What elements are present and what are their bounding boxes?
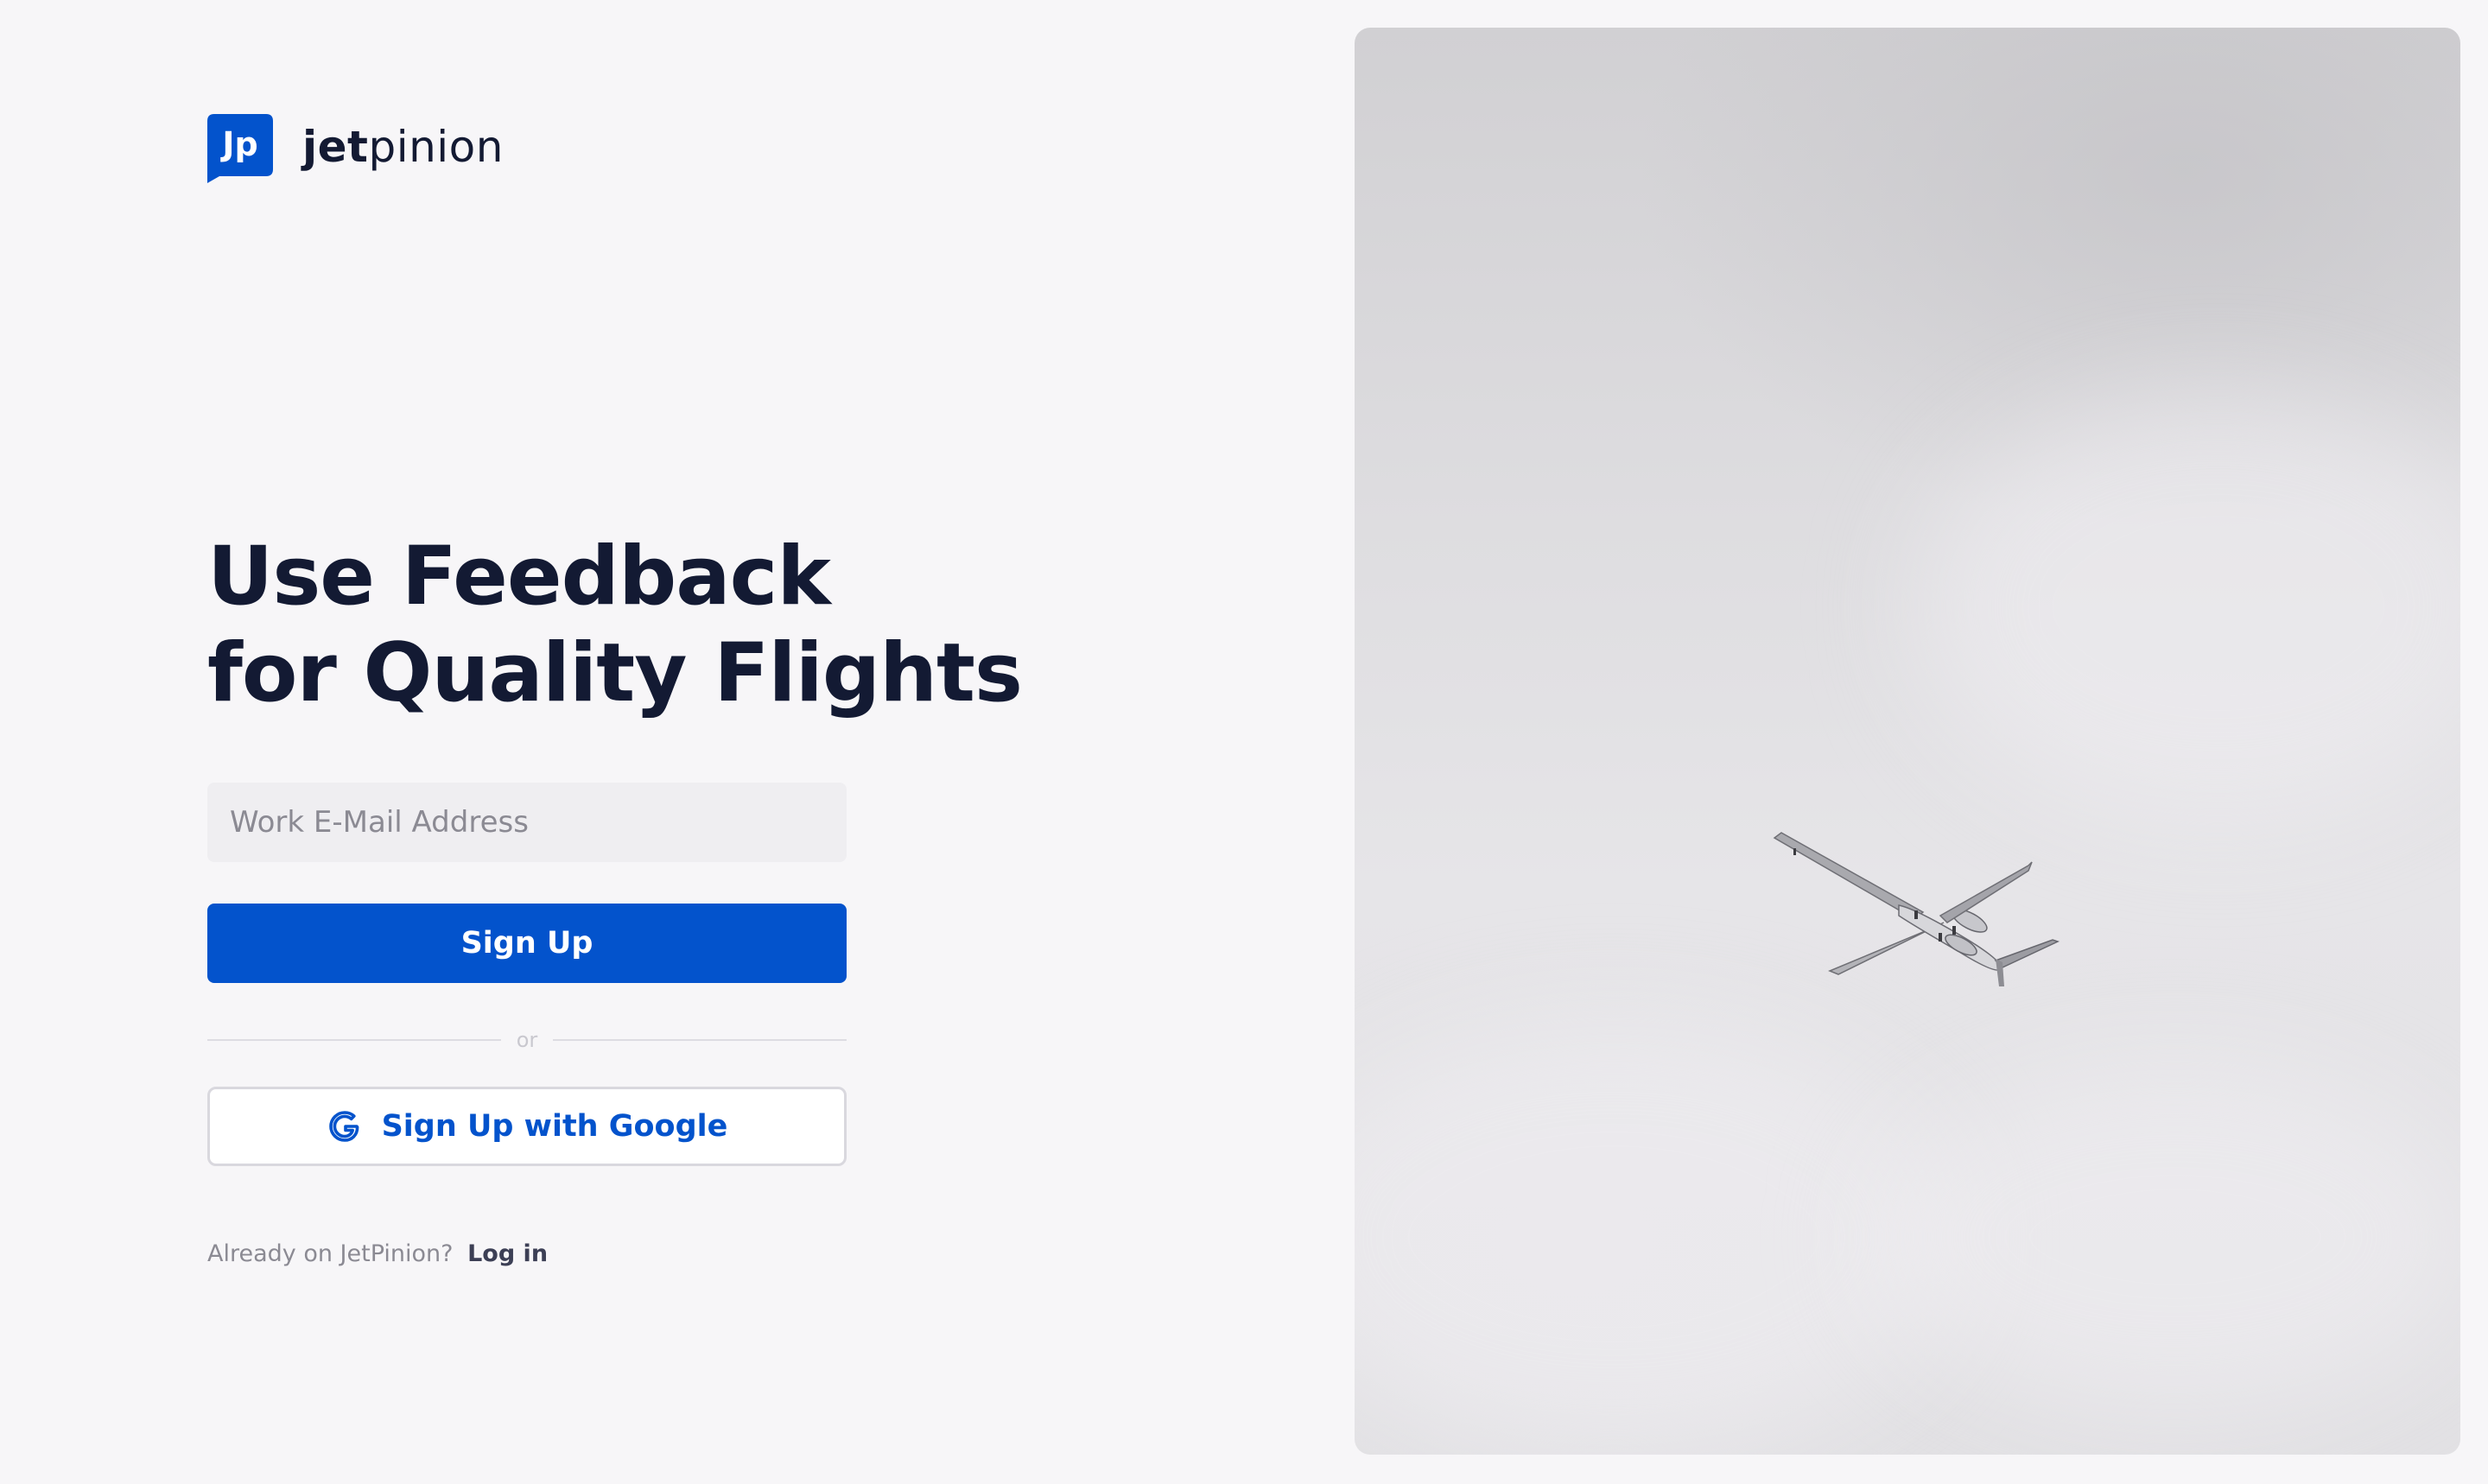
divider-line-right — [553, 1039, 847, 1041]
airplane-image — [1773, 832, 2060, 986]
login-prompt: Already on JetPinion? Log in — [207, 1240, 548, 1267]
email-input[interactable] — [207, 783, 847, 862]
cloud-shape — [1873, 1064, 2460, 1410]
log-in-link[interactable]: Log in — [467, 1240, 548, 1267]
brand-name-light: pinion — [368, 122, 504, 172]
cloud-shape — [1355, 1021, 1959, 1453]
divider-label: or — [516, 1028, 538, 1052]
google-icon — [328, 1111, 359, 1142]
brand-logo[interactable]: Jp jetpinion — [207, 114, 504, 183]
signup-page: Jp jetpinion Use Feedback for Quality Fl… — [0, 0, 2488, 1484]
jetpinion-logo-icon: Jp — [207, 114, 273, 183]
divider-line-left — [207, 1039, 501, 1041]
page-title: Use Feedback for Quality Flights — [207, 529, 1023, 722]
sign-up-button[interactable]: Sign Up — [207, 904, 847, 983]
or-divider: or — [207, 1023, 847, 1057]
cloud-shape — [1916, 390, 2460, 822]
page-title-line-2: for Quality Flights — [207, 626, 1023, 720]
brand-name-bold: jet — [302, 122, 369, 172]
google-sign-up-label: Sign Up with Google — [381, 1109, 728, 1144]
logo-mark-text: Jp — [219, 125, 257, 163]
login-prompt-text: Already on JetPinion? — [207, 1240, 454, 1267]
signup-form: Sign Up or Sign Up with Google — [207, 783, 847, 1166]
page-title-line-1: Use Feedback — [207, 530, 831, 624]
hero-image — [1355, 28, 2460, 1455]
google-sign-up-button[interactable]: Sign Up with Google — [207, 1087, 847, 1166]
brand-wordmark: jetpinion — [302, 125, 504, 168]
